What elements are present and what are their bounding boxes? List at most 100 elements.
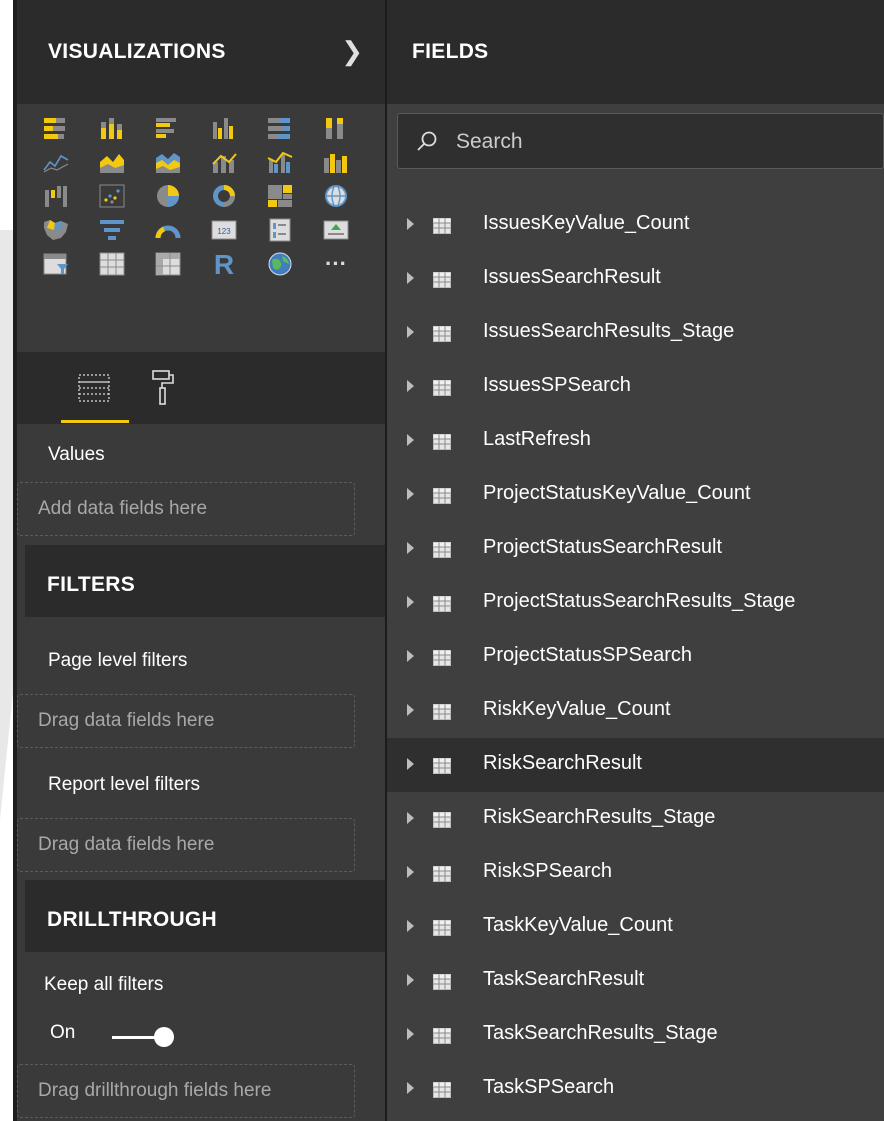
field-table-row[interactable]: LastRefresh (387, 414, 884, 468)
visualizations-header: VISUALIZATIONS ❯ (17, 0, 385, 104)
field-table-row[interactable]: RiskSearchResult (387, 738, 884, 792)
expand-arrow-icon[interactable] (407, 758, 414, 770)
field-table-row[interactable]: RiskKeyValue_Count (387, 684, 884, 738)
field-table-name: IssuesSearchResults_Stage (483, 320, 735, 342)
table-icon (433, 974, 451, 990)
stacked-bar-chart-icon[interactable] (41, 113, 71, 143)
search-input[interactable] (456, 124, 856, 160)
keep-all-filters-toggle[interactable] (112, 1026, 178, 1048)
field-table-row[interactable]: TaskSearchResults_Stage (387, 1008, 884, 1062)
field-table-row[interactable]: ProjectStatusSearchResult (387, 522, 884, 576)
filters-header: FILTERS (25, 545, 385, 617)
multi-row-card-icon[interactable] (265, 215, 295, 245)
donut-chart-icon[interactable] (209, 181, 239, 211)
expand-arrow-icon[interactable] (407, 650, 414, 662)
drillthrough-header: DRILLTHROUGH (25, 880, 385, 952)
funnel-icon[interactable] (97, 215, 127, 245)
expand-arrow-icon[interactable] (407, 488, 414, 500)
field-table-row[interactable]: RiskSearchResults_Stage (387, 792, 884, 846)
table-icon[interactable] (97, 249, 127, 279)
report-filters-drop-zone[interactable]: Drag data fields here (17, 818, 355, 872)
table-icon (433, 596, 451, 612)
expand-arrow-icon[interactable] (407, 596, 414, 608)
expand-arrow-icon[interactable] (407, 812, 414, 824)
expand-arrow-icon[interactable] (407, 920, 414, 932)
expand-arrow-icon[interactable] (407, 272, 414, 284)
waterfall-chart-icon[interactable] (41, 181, 71, 211)
100-stacked-bar-chart-icon[interactable] (265, 113, 295, 143)
field-table-row[interactable]: ProjectStatusSPSearch (387, 630, 884, 684)
pie-chart-icon[interactable] (153, 181, 183, 211)
expand-arrow-icon[interactable] (407, 434, 414, 446)
fields-search-box[interactable] (397, 113, 884, 169)
stacked-area-chart-icon[interactable] (153, 147, 183, 177)
app-window: VISUALIZATIONS ❯ 123 R ··· Values Add da… (0, 0, 884, 1121)
chevron-right-icon[interactable]: ❯ (341, 36, 363, 67)
field-table-row[interactable]: IssuesSearchResults_Stage (387, 306, 884, 360)
field-table-name: RiskSearchResults_Stage (483, 806, 716, 828)
table-icon (433, 1028, 451, 1044)
field-table-row[interactable]: TaskSearchResult (387, 954, 884, 1008)
table-icon (433, 866, 451, 882)
field-table-row[interactable]: TaskSPSearch (387, 1062, 884, 1116)
r-visual-icon[interactable]: R (209, 249, 239, 279)
field-table-row[interactable]: ProjectStatusKeyValue_Count (387, 468, 884, 522)
fields-title: FIELDS (412, 40, 489, 63)
values-drop-zone[interactable]: Add data fields here (17, 482, 355, 536)
field-table-name: ProjectStatusSearchResults_Stage (483, 590, 796, 612)
matrix-icon[interactable] (153, 249, 183, 279)
format-tab-icon[interactable] (135, 360, 189, 416)
expand-arrow-icon[interactable] (407, 866, 414, 878)
table-icon (433, 488, 451, 504)
clustered-column-chart-icon[interactable] (209, 113, 239, 143)
field-table-row[interactable]: IssuesKeyValue_Count (387, 198, 884, 252)
expand-arrow-icon[interactable] (407, 974, 414, 986)
card-icon[interactable]: 123 (209, 215, 239, 245)
line-and-stacked-column-icon[interactable] (209, 147, 239, 177)
expand-arrow-icon[interactable] (407, 1082, 414, 1094)
field-table-row[interactable]: IssuesSearchResult (387, 252, 884, 306)
field-table-name: TaskSearchResults_Stage (483, 1022, 718, 1044)
arcgis-map-icon[interactable] (265, 249, 295, 279)
drillthrough-drop-zone[interactable]: Drag drillthrough fields here (17, 1064, 355, 1118)
field-table-row[interactable]: IssuesSPSearch (387, 360, 884, 414)
expand-arrow-icon[interactable] (407, 542, 414, 554)
visualizations-tabs (17, 352, 385, 424)
map-icon[interactable] (321, 181, 351, 211)
ribbon-chart-icon[interactable] (321, 147, 351, 177)
fields-tab-icon[interactable] (67, 360, 121, 416)
table-icon (433, 218, 451, 234)
field-table-row[interactable]: ProjectStatusSearchResults_Stage (387, 576, 884, 630)
field-table-name: ProjectStatusKeyValue_Count (483, 482, 751, 504)
table-icon (433, 704, 451, 720)
expand-arrow-icon[interactable] (407, 704, 414, 716)
more-visuals-icon[interactable]: ··· (321, 249, 351, 279)
expand-arrow-icon[interactable] (407, 218, 414, 230)
line-and-clustered-column-icon[interactable] (265, 147, 295, 177)
keep-all-filters-label: Keep all filters (44, 974, 164, 995)
field-table-row[interactable]: RiskSPSearch (387, 846, 884, 900)
scatter-chart-icon[interactable] (97, 181, 127, 211)
table-icon (433, 812, 451, 828)
field-table-name: IssuesKeyValue_Count (483, 212, 690, 234)
expand-arrow-icon[interactable] (407, 326, 414, 338)
filled-map-icon[interactable] (41, 215, 71, 245)
100-stacked-column-chart-icon[interactable] (321, 113, 351, 143)
treemap-icon[interactable] (265, 181, 295, 211)
field-table-name: RiskKeyValue_Count (483, 698, 671, 720)
expand-arrow-icon[interactable] (407, 1028, 414, 1040)
active-tab-indicator (61, 420, 129, 423)
expand-arrow-icon[interactable] (407, 380, 414, 392)
field-table-row[interactable]: TaskKeyValue_Count (387, 900, 884, 954)
toggle-knob[interactable] (154, 1027, 174, 1047)
stacked-column-chart-icon[interactable] (97, 113, 127, 143)
slicer-icon[interactable] (41, 249, 71, 279)
page-filters-drop-zone[interactable]: Drag data fields here (17, 694, 355, 748)
clustered-bar-chart-icon[interactable] (153, 113, 183, 143)
field-table-name: TaskSPSearch (483, 1076, 615, 1098)
table-icon (433, 542, 451, 558)
area-chart-icon[interactable] (97, 147, 127, 177)
gauge-icon[interactable] (153, 215, 183, 245)
kpi-icon[interactable] (321, 215, 351, 245)
line-chart-icon[interactable] (41, 147, 71, 177)
